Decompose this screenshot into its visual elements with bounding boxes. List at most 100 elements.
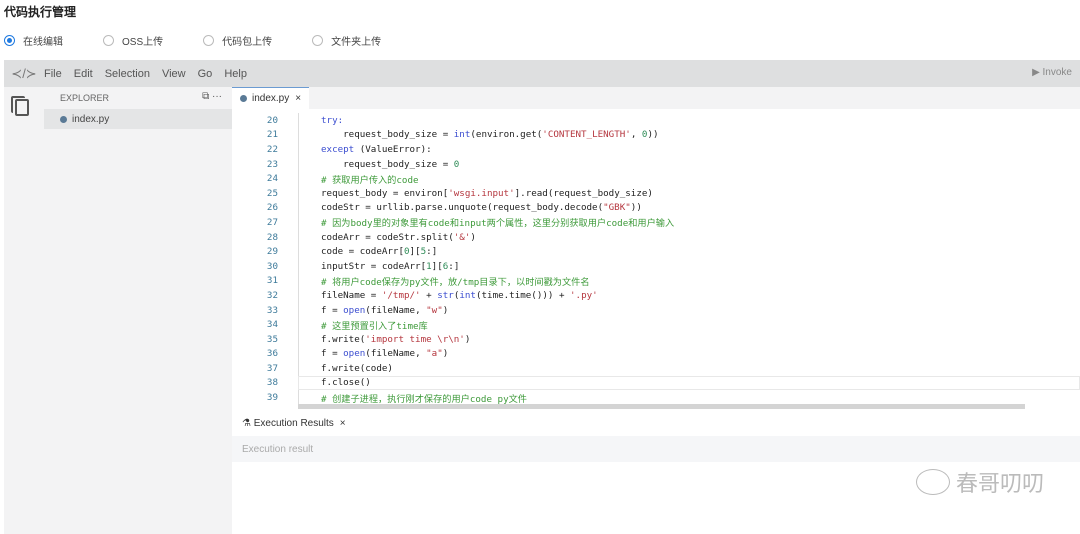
code-line[interactable]: 39 # 创建子进程，执行刚才保存的用户code py文件 xyxy=(232,390,1080,405)
menu-edit[interactable]: Edit xyxy=(74,68,93,80)
code-token: 'wsgi.input' xyxy=(448,187,515,199)
page-title: 代码执行管理 xyxy=(4,5,77,19)
code-line[interactable]: 23 request_body_size = 0 xyxy=(232,156,1080,172)
radio-label: 代码包上传 xyxy=(222,37,273,48)
radio-dot[interactable] xyxy=(103,35,114,46)
line-number: 30 xyxy=(266,260,278,272)
radio-package-upload[interactable]: 代码包上传 xyxy=(203,33,272,48)
radio-dot[interactable] xyxy=(312,35,324,46)
code-text: f = open(fileName, "a") xyxy=(321,348,448,359)
results-tab-label: Execution Results xyxy=(253,417,334,429)
horizontal-scrollbar[interactable] xyxy=(298,404,1025,409)
close-icon[interactable]: × xyxy=(295,93,301,104)
watermark-text: 春哥叨叨 xyxy=(955,471,1044,496)
menu-help[interactable]: Help xyxy=(224,68,247,80)
indent-guide xyxy=(298,127,299,143)
code-token: int xyxy=(453,129,471,141)
code-token: ) xyxy=(442,304,449,316)
code-line[interactable]: 36 f = open(fileName, "a") xyxy=(232,346,1080,362)
code-editor[interactable]: index.py × 20 try: 21 request_body_size = i… xyxy=(232,87,1080,410)
code-lines[interactable]: 20 try: 21 request_body_size = int(environ… xyxy=(232,113,1080,405)
indent-guide xyxy=(298,185,299,201)
code-line[interactable]: 27 # 因为body里的对象里有code和input两个属性，这里分别获取用户c… xyxy=(232,215,1080,230)
code-token: # 创建子进程，执行刚才保存的用户code py文件 xyxy=(321,393,527,405)
indent-guide xyxy=(298,273,299,289)
radio-online-edit[interactable]: 在线编辑 xyxy=(4,33,63,48)
line-number: 21 xyxy=(266,129,278,141)
code-token: ][ xyxy=(409,246,421,258)
code-token: (fileName, xyxy=(365,348,427,360)
code-text: f.close() xyxy=(321,377,371,388)
explorer-panel: EXPLORER ⧉ ··· index.py xyxy=(44,87,232,534)
menu-selection[interactable]: Selection xyxy=(105,68,150,80)
code-line[interactable]: 26 codeStr = urllib.parse.unquote(request… xyxy=(232,200,1080,216)
indent-guide xyxy=(298,361,299,376)
indent-guide xyxy=(298,229,299,245)
execution-result-output: Execution result xyxy=(232,436,1080,462)
code-line[interactable]: 33 f = open(fileName, "w") xyxy=(232,302,1080,318)
files-icon[interactable] xyxy=(11,96,29,116)
code-line[interactable]: 32 fileName = '/tmp/' + str(int(time.time… xyxy=(232,288,1080,303)
radio-dot[interactable] xyxy=(4,35,15,46)
menu-view[interactable]: View xyxy=(162,68,186,80)
code-token: try: xyxy=(321,114,344,126)
radio-folder-upload[interactable]: 文件夹上传 xyxy=(312,33,381,48)
menu-file[interactable]: File xyxy=(44,68,62,80)
code-text: f = open(fileName, "w") xyxy=(321,305,448,316)
code-text: # 获取用户传入的code xyxy=(321,172,419,186)
code-line[interactable]: 25 request_body = environ['wsgi.input'].r… xyxy=(232,185,1080,201)
radio-oss-upload[interactable]: OSS上传 xyxy=(103,33,163,48)
code-token: )) xyxy=(647,129,659,141)
indent-guide xyxy=(298,375,299,391)
radio-label: OSS上传 xyxy=(122,37,164,48)
line-number: 39 xyxy=(266,392,278,404)
code-line[interactable]: 21 request_body_size = int(environ.get('… xyxy=(232,127,1080,143)
code-text: try: xyxy=(321,115,343,126)
file-item-index-py[interactable]: index.py xyxy=(44,109,232,129)
menu-go[interactable]: Go xyxy=(198,68,213,80)
radio-dot[interactable] xyxy=(203,35,215,46)
code-line[interactable]: 28 codeArr = codeStr.split('&') xyxy=(232,229,1080,245)
code-token: request_body_size = xyxy=(321,129,454,141)
close-icon[interactable]: × xyxy=(340,418,346,429)
code-text: except (ValueError): xyxy=(321,144,432,155)
code-line[interactable]: 30 inputStr = codeArr[1][6:] xyxy=(232,258,1080,274)
code-text: f.write('import time \r\n') xyxy=(321,334,470,345)
code-line[interactable]: 37 f.write(code) xyxy=(232,361,1080,376)
code-text: request_body = environ['wsgi.input'].rea… xyxy=(321,188,653,199)
code-token: request_body = environ[ xyxy=(321,187,449,199)
code-token: :] xyxy=(426,246,438,258)
python-file-icon xyxy=(60,115,67,123)
code-token: open xyxy=(343,304,366,316)
code-text: # 创建子进程，执行刚才保存的用户code py文件 xyxy=(321,391,527,405)
code-line[interactable]: 22 except (ValueError): xyxy=(232,142,1080,157)
code-token: inputStr = codeArr[ xyxy=(321,260,427,272)
code-token: "w" xyxy=(426,304,443,316)
indent-guide xyxy=(298,113,299,128)
line-number: 20 xyxy=(266,114,278,126)
invoke-button[interactable]: ▶ Invoke xyxy=(1032,67,1072,78)
code-token: (ValueError): xyxy=(354,143,432,155)
explorer-actions-icon[interactable]: ⧉ ··· xyxy=(202,91,222,102)
code-token: # 因为body里的对象里有code和input两个属性，这里分别获取用户cod… xyxy=(321,218,675,230)
code-line[interactable]: 38 f.close() xyxy=(232,375,1080,391)
code-line[interactable]: 29 code = codeArr[0][5:] xyxy=(232,244,1080,259)
code-text: f.write(code) xyxy=(321,363,393,374)
code-token: codeArr = codeStr.split( xyxy=(321,231,454,243)
wechat-icon xyxy=(915,469,950,495)
indent-guide xyxy=(298,156,299,172)
code-token: int xyxy=(459,289,476,301)
code-token: codeStr = urllib.parse.unquote(request_b… xyxy=(321,202,604,214)
tab-index-py[interactable]: index.py × xyxy=(232,87,310,109)
line-number: 26 xyxy=(266,202,278,214)
code-line[interactable]: 20 try: xyxy=(232,113,1080,128)
code-line[interactable]: 34 # 这里预置引入了time库 xyxy=(232,317,1080,332)
line-number: 36 xyxy=(266,348,278,360)
tab-execution-results[interactable]: ⚗ Execution Results × xyxy=(232,410,1080,436)
code-line[interactable]: 35 f.write('import time \r\n') xyxy=(232,331,1080,347)
line-number: 38 xyxy=(266,377,278,389)
code-line[interactable]: 31 # 将用户code保存为py文件，放/tmp目录下，以时间戳为文件名 xyxy=(232,273,1080,289)
code-line[interactable]: 24 # 获取用户传入的code xyxy=(232,171,1080,186)
code-token: '&' xyxy=(453,231,471,243)
results-panel: ⚗ Execution Results × Execution result 春哥… xyxy=(232,410,1080,534)
